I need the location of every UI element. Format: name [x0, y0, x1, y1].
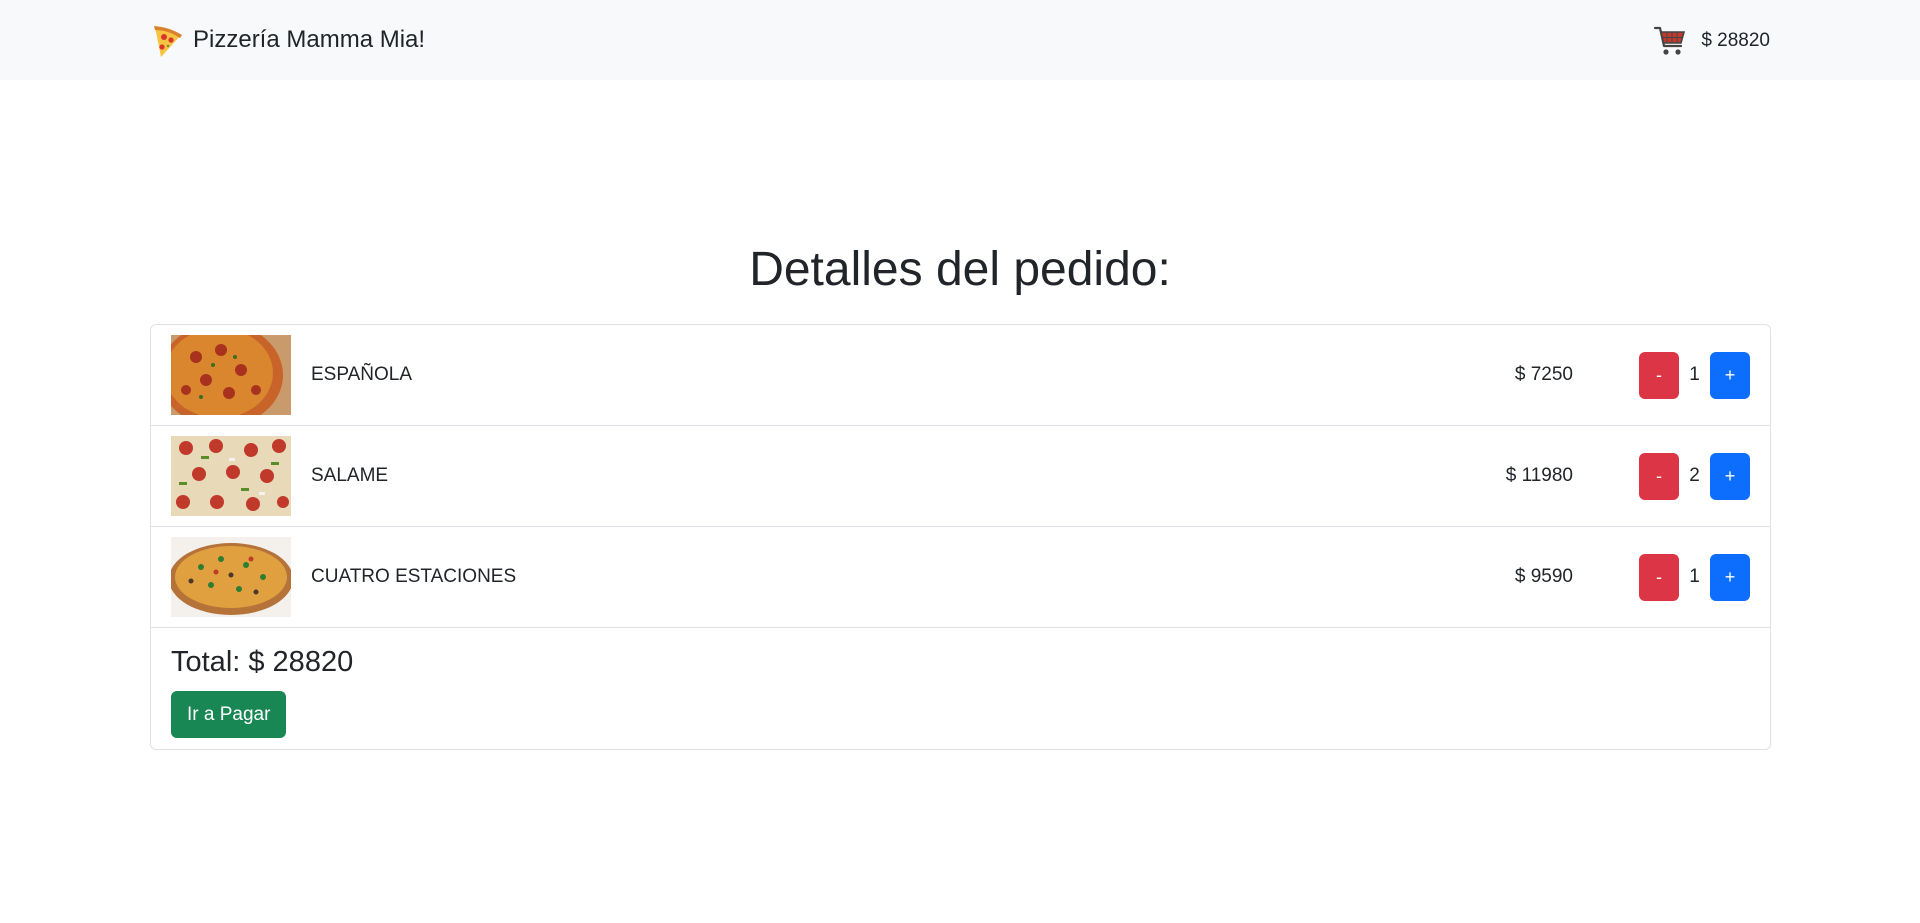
order-footer: Total: $ 28820 Ir a Pagar: [151, 628, 1770, 752]
navbar: Pizzería Mamma Mia! $ 28820: [0, 0, 1920, 80]
brand-label: Pizzería Mamma Mia!: [193, 26, 426, 53]
pizza-image: [171, 537, 291, 617]
item-price: $ 7250: [1514, 364, 1573, 385]
cart-item: SALAME $ 11980 - 2 +: [151, 426, 1770, 527]
item-price: $ 11980: [1505, 465, 1573, 486]
item-quantity: 1: [1689, 364, 1700, 385]
brand-link[interactable]: Pizzería Mamma Mia!: [151, 21, 425, 59]
order-card: ESPAÑOLA $ 7250 - 1 + SALAME $ 11980 - 2…: [150, 324, 1771, 750]
pizza-slice-icon: [151, 21, 185, 59]
quantity-stepper: - 1 +: [1639, 351, 1750, 399]
pizza-image: [171, 335, 291, 415]
quantity-stepper: - 2 +: [1639, 452, 1750, 500]
cart-total: $ 28820: [1701, 30, 1770, 51]
order-total: Total: $ 28820: [171, 646, 354, 678]
quantity-stepper: - 1 +: [1639, 553, 1750, 601]
item-quantity: 2: [1689, 465, 1700, 486]
cart-item: CUATRO ESTACIONES $ 9590 - 1 +: [151, 527, 1770, 628]
increase-button[interactable]: +: [1710, 452, 1750, 500]
item-price: $ 9590: [1514, 566, 1573, 587]
pay-button[interactable]: Ir a Pagar: [171, 691, 287, 738]
cart-link[interactable]: $ 28820: [1653, 24, 1770, 58]
increase-button[interactable]: +: [1710, 553, 1750, 601]
item-quantity: 1: [1689, 566, 1700, 587]
cart-item: ESPAÑOLA $ 7250 - 1 +: [151, 325, 1770, 426]
increase-button[interactable]: +: [1710, 351, 1750, 399]
decrease-button[interactable]: -: [1639, 351, 1679, 399]
decrease-button[interactable]: -: [1639, 452, 1679, 500]
decrease-button[interactable]: -: [1639, 553, 1679, 601]
page-title: Detalles del pedido:: [749, 243, 1171, 296]
pizza-image: [171, 436, 291, 516]
shopping-cart-icon: [1653, 24, 1687, 58]
